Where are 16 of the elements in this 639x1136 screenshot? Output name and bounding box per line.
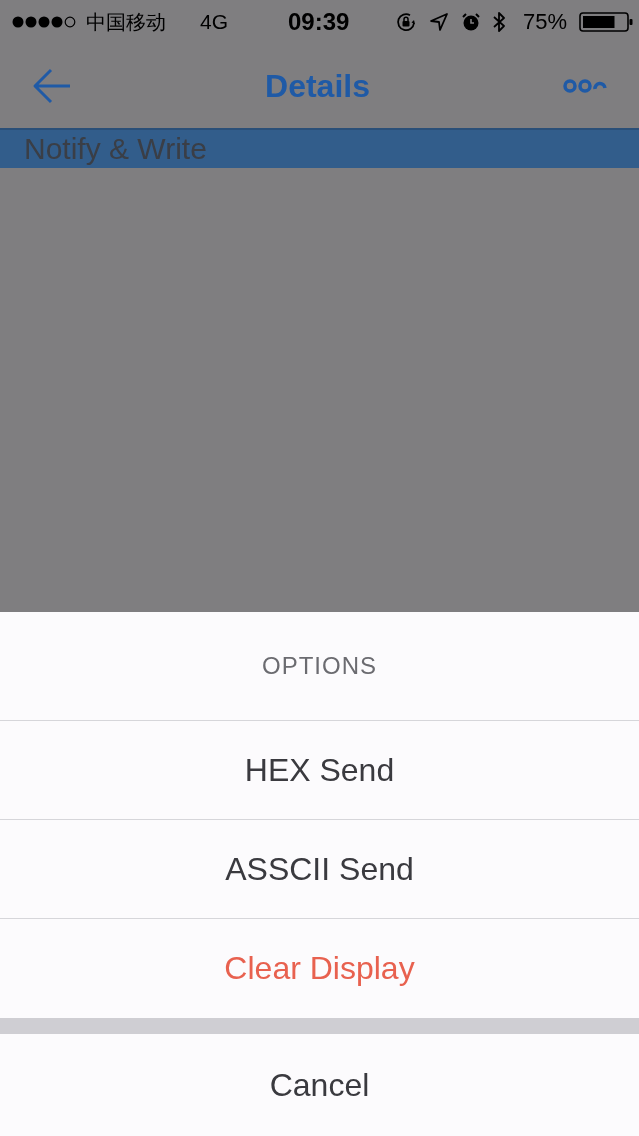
location-arrow-icon xyxy=(428,12,449,32)
screen-title: Details xyxy=(265,67,370,105)
bluetooth-icon xyxy=(492,11,505,33)
back-arrow-icon xyxy=(32,68,72,104)
status-time: 09:39 xyxy=(288,8,350,36)
carrier-name: 中国移动 xyxy=(86,8,166,36)
signal-strength-icon xyxy=(12,16,76,28)
more-dots-icon xyxy=(563,79,607,93)
rotation-lock-icon xyxy=(394,11,417,33)
network-type: 4G xyxy=(200,10,228,34)
section-title: Notify & Write xyxy=(24,132,207,166)
alarm-clock-icon xyxy=(460,12,481,32)
battery-percentage: 75% xyxy=(522,9,567,35)
more-button[interactable] xyxy=(561,77,609,95)
battery-icon xyxy=(579,11,633,33)
cancel-button[interactable]: Cancel xyxy=(0,1034,639,1136)
